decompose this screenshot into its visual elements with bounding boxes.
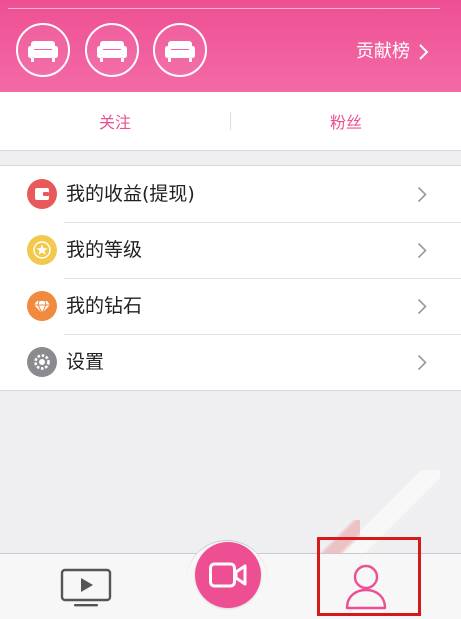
chevron-right-icon — [417, 242, 427, 259]
menu-item-level[interactable]: 我的等级 — [0, 222, 461, 278]
sofa-badge-3[interactable] — [153, 23, 207, 77]
chevron-right-icon — [417, 354, 427, 371]
profile-menu: 我的收益(提现) 我的等级 我的钻石 设置 — [0, 165, 461, 391]
video-camera-icon — [209, 562, 247, 588]
tv-play-icon[interactable] — [60, 568, 112, 608]
header-divider — [8, 8, 440, 9]
star-icon — [27, 235, 57, 265]
sofa-icon — [97, 41, 127, 62]
chevron-right-icon — [419, 44, 429, 60]
contribution-header: 贡献榜 — [0, 0, 461, 92]
sofa-icon — [165, 41, 195, 62]
menu-item-label: 我的等级 — [66, 239, 143, 261]
record-video-button[interactable] — [195, 542, 261, 608]
diamond-icon — [27, 291, 57, 321]
follow-fans-bar: 关注 粉丝 — [0, 92, 461, 151]
contribution-rank-label: 贡献榜 — [356, 41, 410, 62]
contribution-rank-link[interactable]: 贡献榜 — [356, 40, 429, 64]
sofa-badge-1[interactable] — [16, 23, 70, 77]
fans-label: 粉丝 — [329, 113, 362, 132]
following-label: 关注 — [98, 113, 131, 132]
menu-item-earnings[interactable]: 我的收益(提现) — [0, 166, 461, 222]
chevron-right-icon — [417, 186, 427, 203]
wallet-icon — [27, 179, 57, 209]
fans-tab[interactable]: 粉丝 — [231, 92, 461, 150]
menu-item-label: 设置 — [66, 351, 105, 373]
following-tab[interactable]: 关注 — [0, 92, 230, 150]
sofa-icon — [28, 41, 58, 62]
menu-item-settings[interactable]: 设置 — [0, 334, 461, 390]
menu-item-label: 我的收益(提现) — [66, 183, 195, 205]
gear-icon — [27, 347, 57, 377]
chevron-right-icon — [417, 298, 427, 315]
bottom-tab-bar — [0, 540, 461, 619]
menu-item-label: 我的钻石 — [66, 295, 143, 317]
menu-item-diamonds[interactable]: 我的钻石 — [0, 278, 461, 334]
sofa-badge-2[interactable] — [85, 23, 139, 77]
person-icon[interactable] — [344, 562, 388, 610]
